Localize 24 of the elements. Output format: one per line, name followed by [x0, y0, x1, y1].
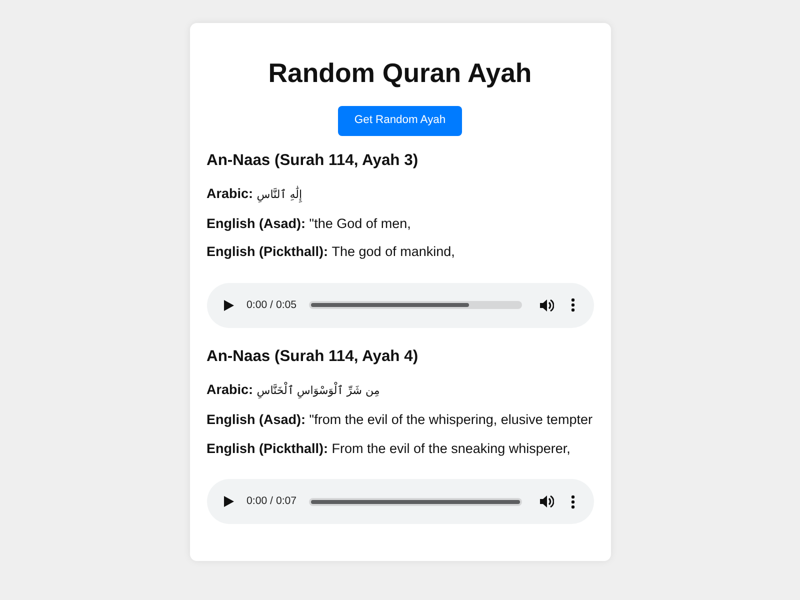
- volume-button[interactable]: [540, 495, 554, 508]
- get-random-ayah-button[interactable]: Get Random Ayah: [338, 106, 462, 136]
- ayah-heading: An-Naas (Surah 114, Ayah 4): [206, 348, 420, 366]
- more-options-button[interactable]: [570, 494, 574, 509]
- play-icon: [224, 300, 234, 311]
- more-options-icon: [570, 494, 574, 509]
- play-icon: [224, 496, 234, 508]
- progress-track[interactable]: [308, 498, 522, 506]
- volume-button[interactable]: [540, 298, 554, 312]
- time-display: 0:00 / 0:07: [246, 495, 297, 508]
- play-button[interactable]: [224, 496, 234, 508]
- progress-track[interactable]: [308, 301, 522, 310]
- time-display: 0:00 / 0:05: [246, 298, 297, 312]
- ayah-heading: An-Naas (Surah 114, Ayah 3): [206, 152, 420, 170]
- more-options-icon: [570, 298, 574, 312]
- more-options-button[interactable]: [570, 298, 574, 312]
- volume-icon: [540, 495, 554, 508]
- translation-line: English (Pickthall): The god of mankind,: [206, 244, 456, 260]
- translation-line: English (Pickthall): From the evil of the sneaking whisperer,: [206, 440, 572, 456]
- play-button[interactable]: [224, 300, 234, 311]
- translation-line: English (Asad): "the God of men,: [206, 216, 412, 232]
- volume-icon: [540, 298, 554, 312]
- translation-line: English (Asad): "from the evil of the whispering, elusive tempter: [206, 412, 594, 428]
- page-title: Random Quran Ayah: [267, 58, 533, 88]
